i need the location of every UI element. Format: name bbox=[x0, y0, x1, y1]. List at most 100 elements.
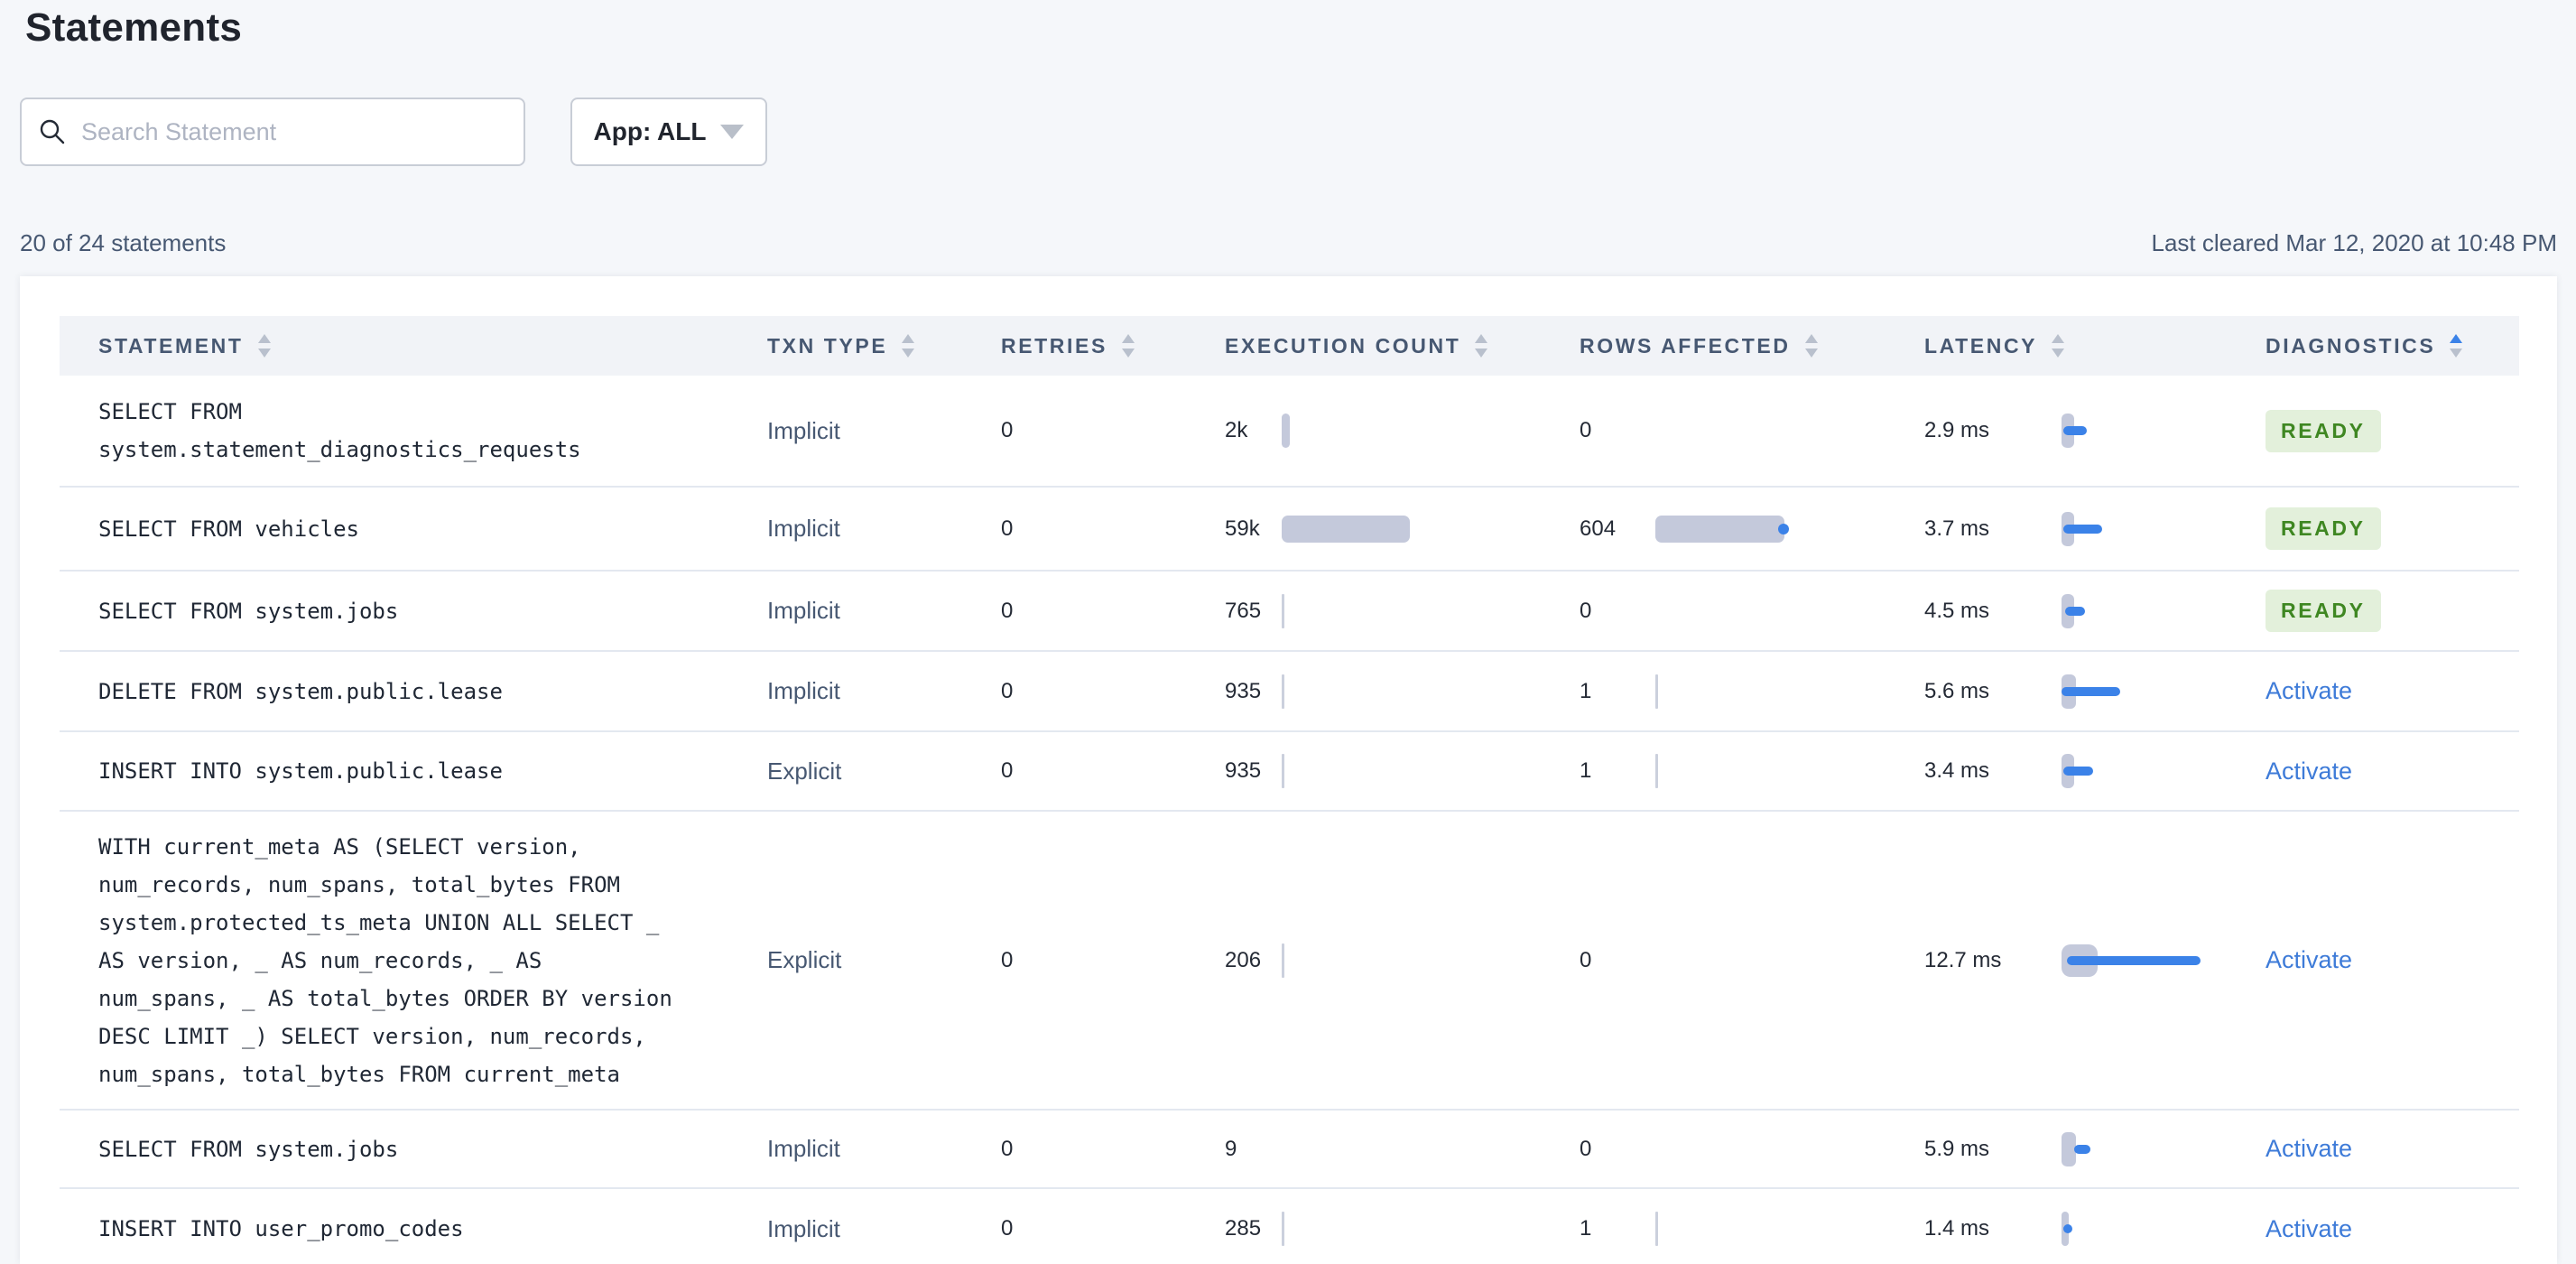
search-icon bbox=[40, 119, 65, 144]
latency-mean-bar bbox=[2065, 606, 2085, 616]
search-input[interactable] bbox=[81, 117, 496, 146]
diagnostics-cell: READY bbox=[2266, 572, 2519, 650]
execution-count-cell: 765 bbox=[1225, 572, 1580, 650]
diagnostics-ready-badge[interactable]: READY bbox=[2266, 507, 2381, 550]
chevron-down-icon bbox=[720, 125, 745, 139]
diagnostics-activate-link[interactable]: Activate bbox=[2266, 1135, 2352, 1163]
execution-count-value: 935 bbox=[1225, 678, 1262, 703]
rows-affected-cell: 0 bbox=[1580, 376, 1924, 486]
execution-count-cell: 59k bbox=[1225, 488, 1580, 570]
latency-value: 4.5 ms bbox=[1924, 598, 1990, 623]
latency-cell: 12.7 ms bbox=[1924, 812, 2266, 1109]
statement-cell[interactable]: INSERT INTO system.public.lease bbox=[98, 732, 767, 810]
retries-cell: 0 bbox=[1001, 516, 1014, 541]
sort-arrows-icon[interactable] bbox=[2052, 334, 2065, 358]
statement-cell[interactable]: DELETE FROM system.public.lease bbox=[98, 652, 767, 730]
execution-count-bar bbox=[1282, 488, 1580, 570]
table-body: SELECT FROM system.statement_diagnostics… bbox=[60, 376, 2519, 1264]
execution-count-bar bbox=[1282, 812, 1580, 1109]
column-header-statement[interactable]: STATEMENT bbox=[98, 334, 767, 358]
sort-arrows-icon[interactable] bbox=[1475, 334, 1488, 358]
execution-count-value: 285 bbox=[1225, 1216, 1262, 1241]
toolbar: App: ALL bbox=[20, 98, 767, 166]
latency-chart bbox=[2062, 572, 2266, 650]
statement-cell[interactable]: WITH current_meta AS (SELECT version, nu… bbox=[98, 812, 767, 1109]
rows-affected-value: 0 bbox=[1580, 1136, 1592, 1161]
diagnostics-activate-link[interactable]: Activate bbox=[2266, 757, 2352, 785]
statement-cell[interactable]: SELECT FROM system.jobs bbox=[98, 572, 767, 650]
latency-chart bbox=[2062, 1189, 2266, 1264]
rows-affected-bar bbox=[1655, 376, 1924, 486]
table-row[interactable]: INSERT INTO user_promo_codes Implicit 0 … bbox=[60, 1189, 2519, 1264]
retries-cell: 0 bbox=[1001, 418, 1014, 442]
execution-count-cell: 2k bbox=[1225, 376, 1580, 486]
diagnostics-cell: READY bbox=[2266, 488, 2519, 570]
execution-count-value: 59k bbox=[1225, 516, 1260, 541]
rows-affected-cell: 1 bbox=[1580, 1189, 1924, 1264]
statement-cell[interactable]: SELECT FROM system.jobs bbox=[98, 1111, 767, 1187]
latency-cell: 5.9 ms bbox=[1924, 1111, 2266, 1187]
sort-arrows-icon[interactable] bbox=[257, 334, 271, 358]
rows-affected-bar bbox=[1655, 732, 1924, 810]
table-row[interactable]: DELETE FROM system.public.lease Implicit… bbox=[60, 652, 2519, 732]
diagnostics-cell: Activate bbox=[2266, 812, 2519, 1109]
diagnostics-ready-badge[interactable]: READY bbox=[2266, 409, 2381, 452]
rows-affected-value: 1 bbox=[1580, 678, 1592, 703]
latency-mean-bar bbox=[2063, 767, 2093, 776]
txn-type-cell: Explicit bbox=[767, 946, 842, 973]
column-header-latency[interactable]: LATENCY bbox=[1924, 334, 2266, 358]
table-row[interactable]: INSERT INTO system.public.lease Explicit… bbox=[60, 732, 2519, 812]
retries-cell: 0 bbox=[1001, 758, 1014, 783]
latency-value: 3.7 ms bbox=[1924, 516, 1990, 541]
statement-cell[interactable]: INSERT INTO user_promo_codes bbox=[98, 1189, 767, 1264]
table-row[interactable]: WITH current_meta AS (SELECT version, nu… bbox=[60, 812, 2519, 1111]
table-row[interactable]: SELECT FROM system.jobs Implicit 0 765 0… bbox=[60, 572, 2519, 652]
diagnostics-activate-link[interactable]: Activate bbox=[2266, 946, 2352, 974]
rows-affected-value: 0 bbox=[1580, 418, 1592, 442]
column-header-txn-type[interactable]: TXN TYPE bbox=[767, 334, 1001, 358]
table-row[interactable]: SELECT FROM system.statement_diagnostics… bbox=[60, 376, 2519, 488]
statement-cell[interactable]: SELECT FROM system.statement_diagnostics… bbox=[98, 376, 767, 486]
retries-cell: 0 bbox=[1001, 1216, 1014, 1241]
sort-arrows-icon[interactable] bbox=[902, 334, 915, 358]
table-row[interactable]: SELECT FROM vehicles Implicit 0 59k 604 … bbox=[60, 488, 2519, 572]
statement-count: 20 of 24 statements bbox=[20, 229, 227, 256]
column-header-label: ROWS AFFECTED bbox=[1580, 333, 1791, 358]
sort-arrows-icon[interactable] bbox=[1804, 334, 1818, 358]
latency-value: 1.4 ms bbox=[1924, 1216, 1990, 1241]
diagnostics-ready-badge[interactable]: READY bbox=[2266, 590, 2381, 632]
column-header-execution-count[interactable]: EXECUTION COUNT bbox=[1225, 334, 1580, 358]
latency-cell: 4.5 ms bbox=[1924, 572, 2266, 650]
column-header-rows-affected[interactable]: ROWS AFFECTED bbox=[1580, 334, 1924, 358]
column-header-label: LATENCY bbox=[1924, 333, 2038, 358]
sort-arrows-icon[interactable] bbox=[1121, 334, 1135, 358]
execution-count-cell: 206 bbox=[1225, 812, 1580, 1109]
rows-affected-bar bbox=[1655, 1189, 1924, 1264]
retries-cell: 0 bbox=[1001, 947, 1014, 972]
retries-cell: 0 bbox=[1001, 1136, 1014, 1161]
diagnostics-activate-link[interactable]: Activate bbox=[2266, 1215, 2352, 1243]
rows-affected-cell: 1 bbox=[1580, 732, 1924, 810]
search-box[interactable] bbox=[20, 98, 525, 166]
app-filter-dropdown[interactable]: App: ALL bbox=[570, 98, 767, 166]
summary-row: 20 of 24 statements Last cleared Mar 12,… bbox=[20, 229, 2557, 257]
app-filter-label: App: ALL bbox=[593, 117, 707, 145]
latency-value: 2.9 ms bbox=[1924, 418, 1990, 442]
execution-count-value: 935 bbox=[1225, 758, 1262, 783]
statements-table-card: STATEMENT TXN TYPE RETRIES EXECUTION COUNT R… bbox=[20, 276, 2557, 1264]
execution-count-cell: 285 bbox=[1225, 1189, 1580, 1264]
rows-affected-value: 0 bbox=[1580, 947, 1592, 972]
execution-count-bar bbox=[1282, 1189, 1580, 1264]
column-header-diagnostics[interactable]: DIAGNOSTICS bbox=[2266, 334, 2519, 358]
page-title: Statements bbox=[25, 5, 243, 50]
rows-affected-cell: 0 bbox=[1580, 812, 1924, 1109]
latency-chart bbox=[2062, 812, 2266, 1109]
sort-arrows-icon[interactable] bbox=[2450, 334, 2463, 358]
statement-cell[interactable]: SELECT FROM vehicles bbox=[98, 488, 767, 570]
diagnostics-activate-link[interactable]: Activate bbox=[2266, 677, 2352, 705]
rows-affected-value: 0 bbox=[1580, 598, 1592, 623]
table-row[interactable]: SELECT FROM system.jobs Implicit 0 9 0 5… bbox=[60, 1111, 2519, 1189]
txn-type-cell: Implicit bbox=[767, 1214, 840, 1242]
column-header-label: STATEMENT bbox=[98, 333, 244, 358]
column-header-retries[interactable]: RETRIES bbox=[1001, 334, 1225, 358]
